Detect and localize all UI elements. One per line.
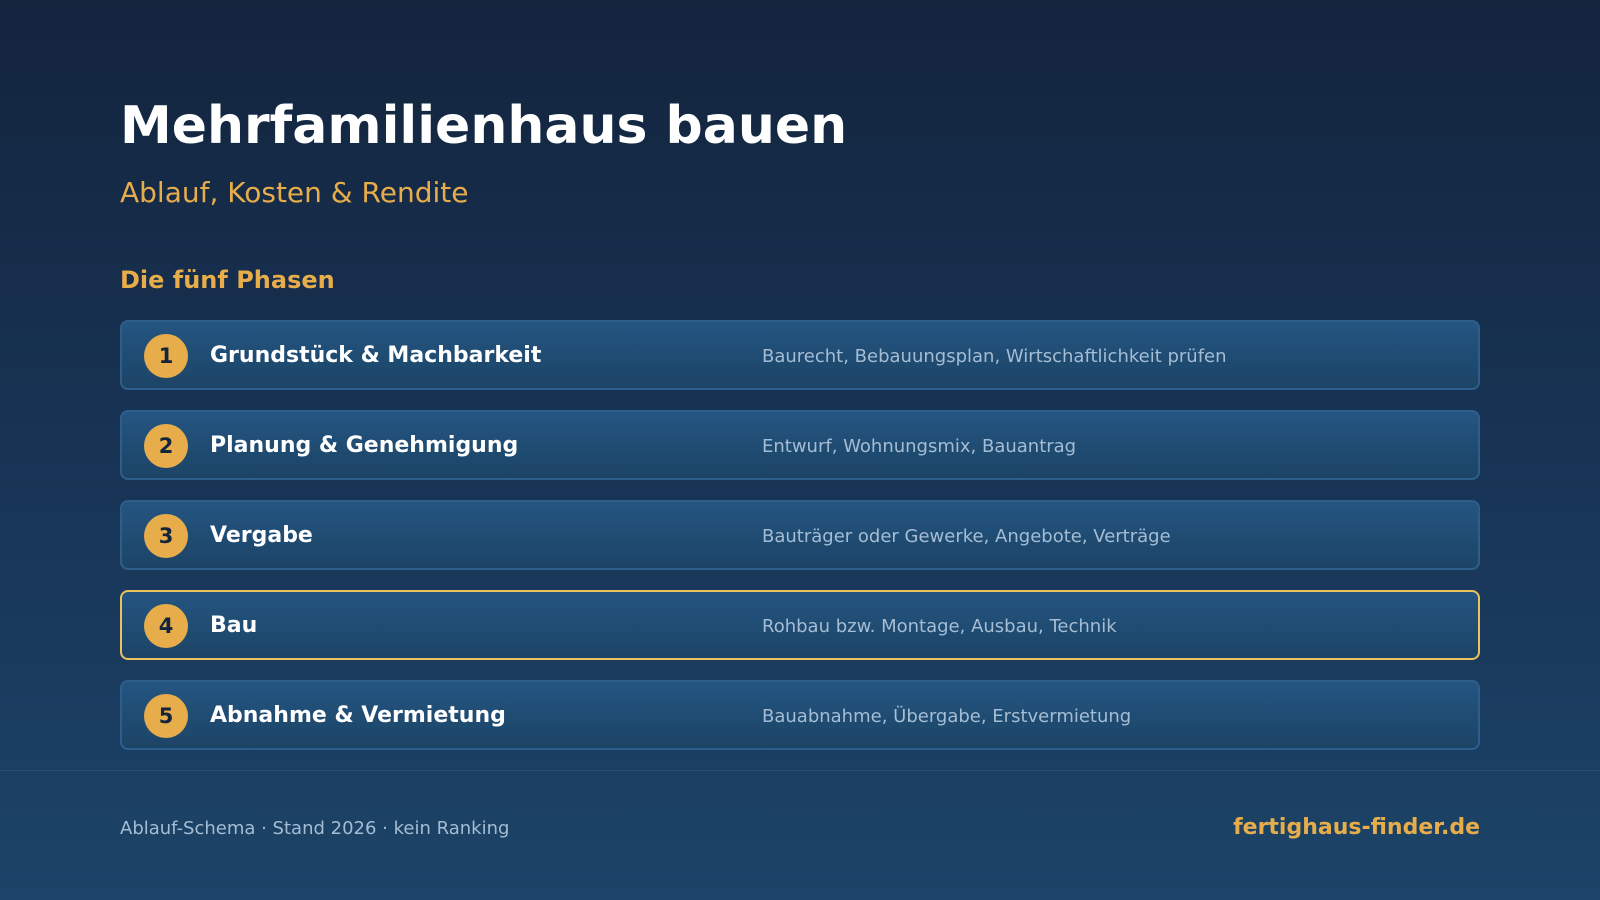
phase-description: Bauträger oder Gewerke, Angebote, Verträ… — [762, 526, 1171, 547]
footer-note: Ablauf-Schema · Stand 2026 · kein Rankin… — [120, 818, 510, 839]
phase-card-5: 5 Abnahme & Vermietung Bauabnahme, Überg… — [120, 680, 1480, 750]
phase-card-4: 4 Bau Rohbau bzw. Montage, Ausbau, Techn… — [120, 590, 1480, 660]
phase-card-1: 1 Grundstück & Machbarkeit Baurecht, Beb… — [120, 320, 1480, 390]
phase-title: Grundstück & Machbarkeit — [210, 343, 542, 368]
phase-card-3: 3 Vergabe Bauträger oder Gewerke, Angebo… — [120, 500, 1480, 570]
phase-number-badge: 2 — [144, 424, 188, 468]
phase-description: Bauabnahme, Übergabe, Erstvermietung — [762, 706, 1132, 727]
phase-title: Vergabe — [210, 523, 313, 548]
phase-description: Baurecht, Bebauungsplan, Wirtschaftlichk… — [762, 346, 1227, 367]
phase-number-badge: 4 — [144, 604, 188, 648]
phase-description: Entwurf, Wohnungsmix, Bauantrag — [762, 436, 1077, 457]
phase-title: Planung & Genehmigung — [210, 433, 519, 458]
footer-brand[interactable]: fertighaus-finder.de — [1233, 814, 1480, 842]
phase-title: Bau — [210, 613, 258, 638]
page-title: Mehrfamilienhaus bauen — [120, 96, 848, 156]
phase-number-badge: 5 — [144, 694, 188, 738]
phase-number-badge: 3 — [144, 514, 188, 558]
section-heading: Die fünf Phasen — [120, 266, 335, 294]
phase-number-badge: 1 — [144, 334, 188, 378]
phase-card-2: 2 Planung & Genehmigung Entwurf, Wohnung… — [120, 410, 1480, 480]
phase-description: Rohbau bzw. Montage, Ausbau, Technik — [762, 616, 1117, 637]
page-subtitle: Ablauf, Kosten & Rendite — [120, 176, 469, 209]
phase-list: 1 Grundstück & Machbarkeit Baurecht, Beb… — [120, 320, 1480, 770]
footer-divider — [0, 770, 1600, 771]
phase-title: Abnahme & Vermietung — [210, 703, 506, 728]
